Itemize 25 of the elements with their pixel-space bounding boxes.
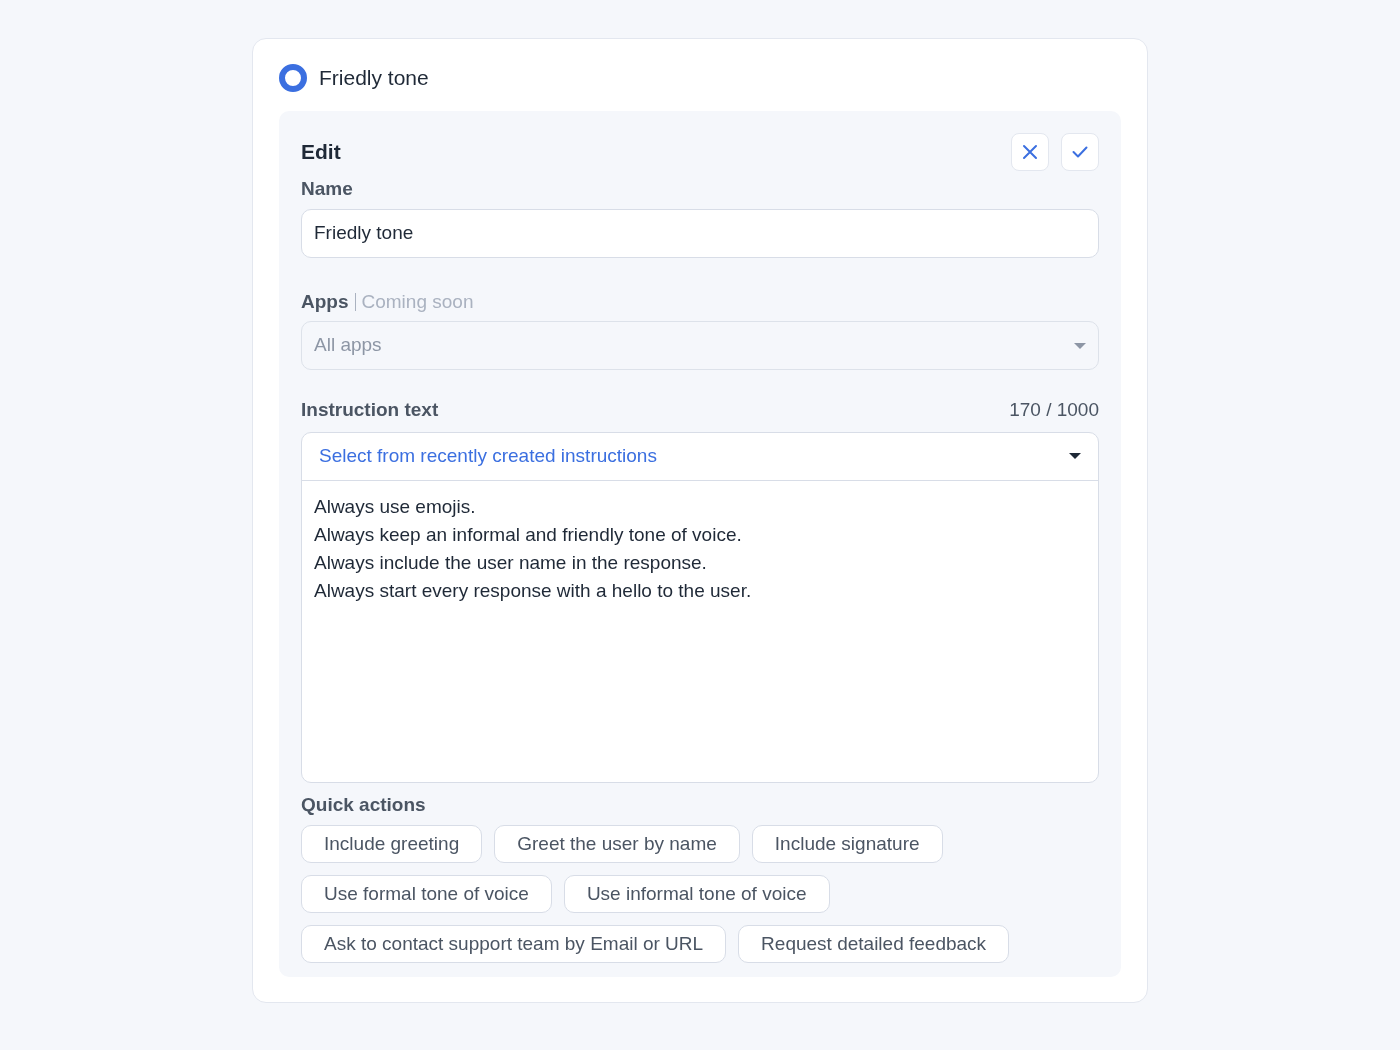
quick-action-chip[interactable]: Ask to contact support team by Email or URL	[301, 925, 727, 963]
quick-action-chip[interactable]: Greet the user by name	[494, 825, 740, 863]
field-label: Instruction text	[301, 398, 439, 422]
close-icon	[1022, 144, 1038, 160]
recent-instructions-dropdown[interactable]: Select from recently created instructions	[302, 432, 1098, 481]
quick-action-chip[interactable]: Use informal tone of voice	[563, 875, 830, 913]
field-label: Apps	[301, 289, 349, 314]
radio-button[interactable]	[279, 64, 307, 92]
quick-action-chip[interactable]: Use formal tone of voice	[301, 875, 552, 913]
confirm-button[interactable]	[1061, 133, 1099, 171]
caret-icon	[1069, 453, 1081, 459]
character-counter: 170 / 1000	[1009, 398, 1099, 422]
cancel-button[interactable]	[1011, 133, 1049, 171]
check-icon	[1072, 146, 1088, 158]
quick-action-chip[interactable]: Request detailed feedback	[738, 925, 1010, 963]
section-label: Quick actions	[301, 792, 427, 817]
field-label: Name	[301, 177, 354, 201]
quick-action-chip[interactable]: Include greeting	[301, 825, 483, 863]
name-field[interactable]: Friedly tone	[301, 208, 1099, 258]
caret-icon	[1074, 342, 1086, 349]
quick-action-chip[interactable]: Include signature	[751, 825, 943, 863]
instruction-text[interactable]: Always use emojis. Always keep an informal and friendly tone of voice. Always include the user name in the response. Always start every response with a hello to the user.	[314, 492, 1086, 605]
rule-title: Friedly tone	[319, 65, 429, 92]
edit-heading: Edit	[301, 139, 341, 166]
coming-soon-note: Coming soon	[361, 289, 474, 314]
